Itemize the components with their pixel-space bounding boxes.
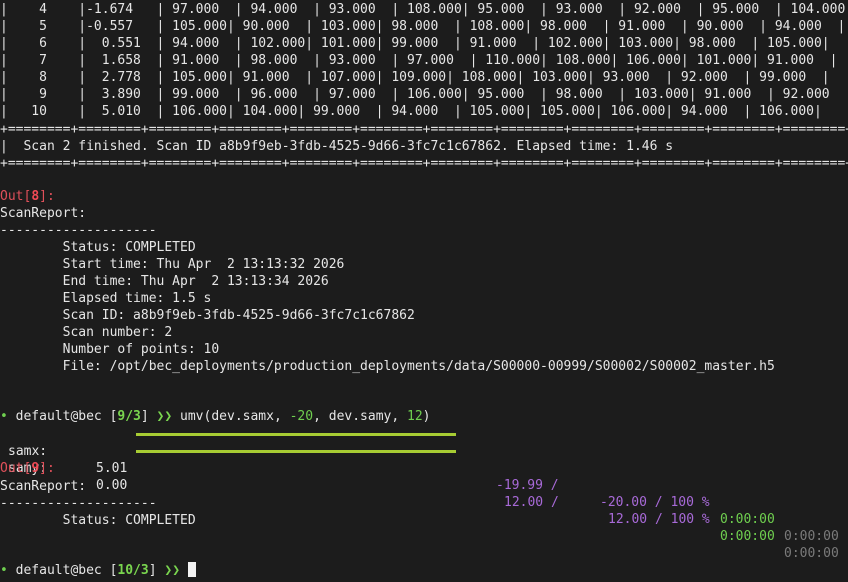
table-row: | 4 |-1.674 | 97.000 | 94.000 | 93.000 |…: [0, 2, 848, 17]
prompt-user: default@bec: [15, 409, 102, 424]
prompt-counter-close: ]: [140, 409, 149, 424]
prompt-counter-close: ]: [148, 563, 157, 578]
motor-progress-row: samy: 0.00 12.00 / 12.00 / 100 % 0:00:00…: [0, 443, 839, 561]
motor-elapsed: 0:00:00: [720, 512, 775, 527]
prompt-counter: 10/3: [117, 563, 149, 578]
motor-value: 5.01: [96, 461, 128, 476]
table-separator: +========+========+========+========+===…: [0, 122, 848, 137]
report-scan-number: Scan number: 2: [0, 325, 173, 340]
prompt-user: default@bec: [15, 563, 102, 578]
output-suffix: ]:: [39, 189, 55, 204]
output-suffix: ]:: [39, 461, 55, 476]
motor-remaining: 0:00:00: [784, 546, 839, 561]
output-prefix: Out[: [0, 461, 32, 476]
output-label: Out[8]:: [0, 188, 55, 205]
report-scan-id: Scan ID: a8b9f9eb-3fdb-4525-9d66-3fc7c1c…: [0, 308, 415, 323]
scan-finished-line: | Scan 2 finished. Scan ID a8b9f9eb-3fdb…: [0, 139, 848, 154]
table-row: | 6 | 0.551 | 94.000 | 102.000| 101.000|…: [0, 36, 830, 51]
output-number: 9: [31, 461, 40, 476]
report-divider: --------------------: [0, 223, 157, 238]
report-status: Status: COMPLETED: [0, 513, 196, 528]
table-row: | 8 | 2.778 | 105.000| 91.000 | 107.000|…: [0, 70, 830, 85]
report-title: ScanReport:: [0, 206, 87, 221]
motor-target: 12.00 / 100 %: [608, 512, 710, 527]
command-prompt: • default@bec [9/3] ❯❯ umv(dev.samx, -20…: [0, 408, 431, 425]
motor-value: 0.00: [96, 478, 128, 493]
table-row: | 7 | 1.658 | 91.000 | 98.000 | 93.000 |…: [0, 53, 838, 68]
motor-remaining: 0:00:00: [784, 529, 839, 544]
motor-target: -20.00 / 100 %: [600, 495, 710, 510]
motor-progress-bar: [136, 450, 456, 453]
command-prompt-active[interactable]: • default@bec [10/3] ❯❯: [0, 562, 196, 579]
command-text: , dev.samy,: [313, 409, 408, 424]
table-row: | 9 | 3.890 | 99.000 | 96.000 | 97.000 |…: [0, 87, 848, 102]
prompt-bullet-icon: •: [0, 409, 8, 424]
motor-progress-row: samx: 5.01 -19.99 / -20.00 / 100 % 0:00:…: [0, 426, 839, 544]
motor-current: -19.99 /: [496, 478, 559, 493]
report-file-path[interactable]: File: /opt/bec_deployments/production_de…: [0, 358, 775, 375]
output-prefix: Out[: [0, 189, 32, 204]
motor-elapsed: 0:00:00: [720, 529, 775, 544]
output-number: 8: [31, 189, 40, 204]
command-text: umv(dev.samx,: [180, 409, 290, 424]
table-separator: +========+========+========+========+===…: [0, 156, 848, 171]
table-row: | 10 | 5.010 | 106.000| 104.000| 99.000 …: [0, 104, 822, 119]
prompt-arrows-icon: ❯❯: [164, 563, 181, 578]
report-start-time: Start time: Thu Apr 2 13:13:32 2026: [0, 257, 345, 272]
report-end-time: End time: Thu Apr 2 13:13:34 2026: [0, 274, 329, 289]
command-text: ): [422, 409, 431, 424]
motor-progress-bar: [136, 433, 456, 436]
prompt-arrows-icon: ❯❯: [156, 409, 173, 424]
command-arg: 12: [407, 409, 423, 424]
output-label: Out[9]:: [0, 460, 55, 477]
prompt-counter: 9/3: [117, 409, 141, 424]
report-status: Status: COMPLETED: [0, 240, 196, 255]
text-cursor[interactable]: [187, 562, 196, 577]
command-arg: -20: [289, 409, 314, 424]
table-row: | 5 |-0.557 | 105.000| 90.000 | 103.000|…: [0, 19, 846, 34]
report-divider: --------------------: [0, 496, 157, 511]
motor-current: 12.00 /: [504, 495, 559, 510]
report-elapsed-time: Elapsed time: 1.5 s: [0, 291, 212, 306]
report-title: ScanReport:: [0, 479, 87, 494]
terminal-window[interactable]: | 4 |-1.674 | 97.000 | 94.000 | 93.000 |…: [0, 0, 848, 582]
prompt-bullet-icon: •: [0, 563, 8, 578]
report-num-points: Number of points: 10: [0, 342, 220, 357]
